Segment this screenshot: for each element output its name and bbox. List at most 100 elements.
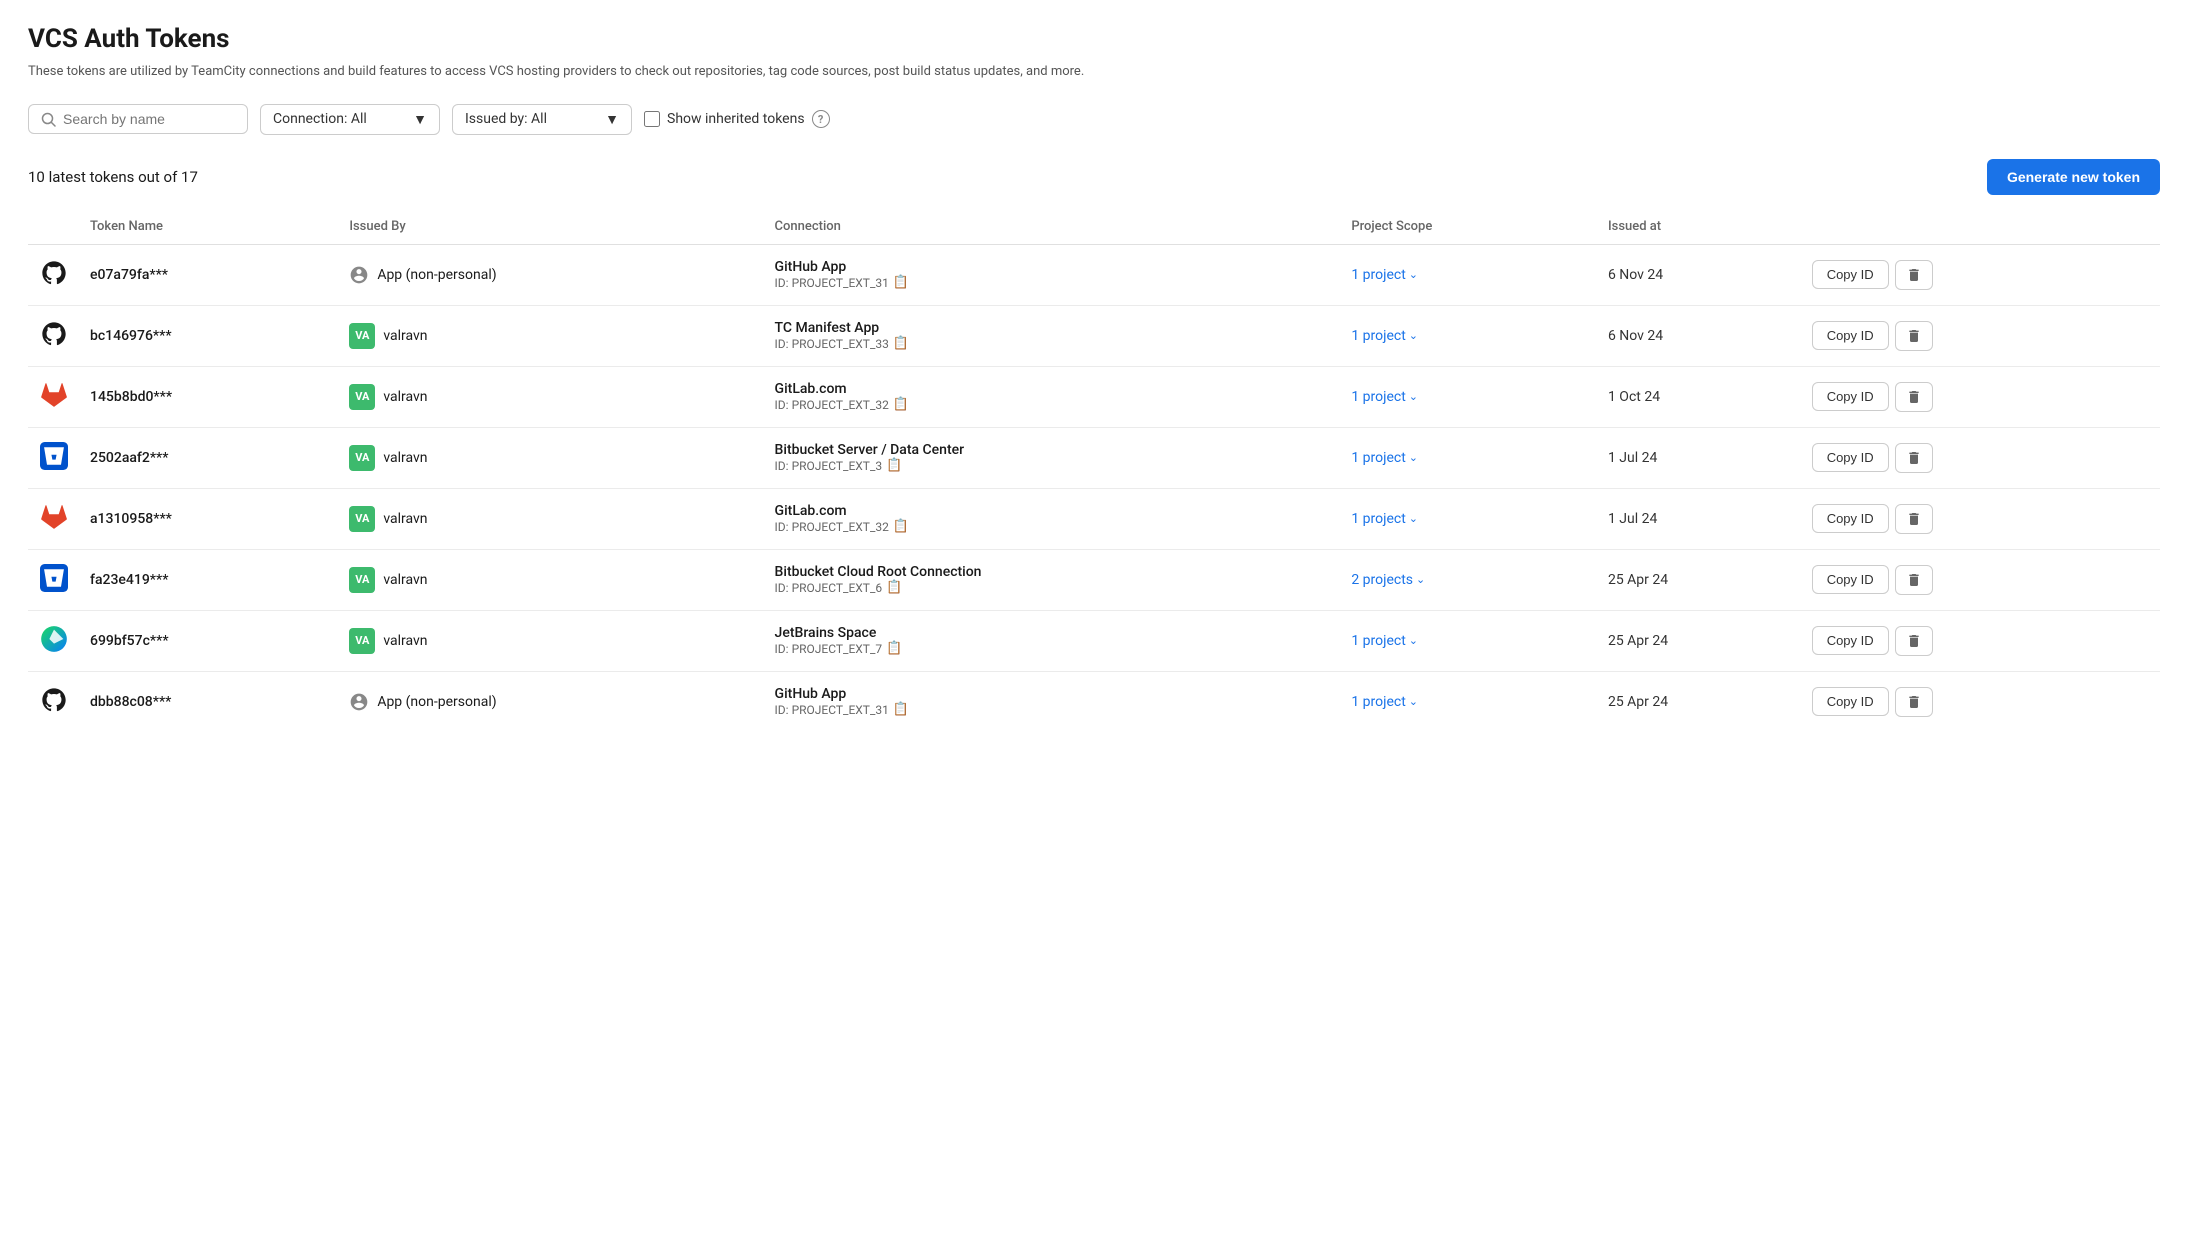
project-scope[interactable]: 1 project ⌄: [1351, 328, 1588, 344]
trash-icon: [1906, 572, 1922, 588]
issued-by-cell: VA valravn: [349, 384, 754, 410]
app-icon: [349, 265, 369, 285]
delete-button[interactable]: [1895, 687, 1933, 717]
copy-connection-id-icon[interactable]: 📋: [893, 702, 909, 717]
issued-by-filter[interactable]: Issued by: All ▼: [452, 104, 632, 135]
copy-id-button[interactable]: Copy ID: [1812, 443, 1889, 472]
search-box[interactable]: [28, 104, 248, 134]
connection-cell: Bitbucket Server / Data Center ID: PROJE…: [765, 427, 1342, 488]
connection-filter-label: Connection: All: [273, 111, 367, 127]
help-icon[interactable]: ?: [812, 110, 830, 128]
tokens-count: 10 latest tokens out of 17: [28, 168, 198, 186]
show-inherited-checkbox[interactable]: [644, 111, 660, 127]
app-icon: [349, 692, 369, 712]
provider-icon-cell: [28, 366, 80, 427]
copy-connection-id-icon[interactable]: 📋: [886, 641, 902, 656]
token-name: 699bf57c***: [90, 633, 169, 649]
github-icon: [38, 259, 70, 291]
copy-id-button[interactable]: Copy ID: [1812, 382, 1889, 411]
token-name: 145b8bd0***: [90, 389, 172, 405]
actions-cell: Copy ID: [1802, 244, 2160, 305]
show-inherited-checkbox-row[interactable]: Show inherited tokens ?: [644, 110, 830, 128]
project-scope[interactable]: 2 projects ⌄: [1351, 572, 1588, 588]
connection-id: ID: PROJECT_EXT_31 📋: [775, 702, 1332, 717]
project-scope[interactable]: 1 project ⌄: [1351, 633, 1588, 649]
issued-by-name: valravn: [383, 572, 427, 588]
issued-at: 25 Apr 24: [1608, 694, 1668, 710]
chevron-down-icon: ⌄: [1409, 268, 1418, 281]
delete-button[interactable]: [1895, 565, 1933, 595]
copy-id-button[interactable]: Copy ID: [1812, 565, 1889, 594]
issued-by-cell-container: VA valravn: [339, 427, 764, 488]
delete-button[interactable]: [1895, 626, 1933, 656]
project-scope[interactable]: 1 project ⌄: [1351, 267, 1588, 283]
copy-id-button[interactable]: Copy ID: [1812, 321, 1889, 350]
token-name-cell: e07a79fa***: [80, 244, 339, 305]
copy-connection-id-icon[interactable]: 📋: [893, 275, 909, 290]
delete-button[interactable]: [1895, 443, 1933, 473]
copy-id-button[interactable]: Copy ID: [1812, 626, 1889, 655]
copy-connection-id-icon[interactable]: 📋: [886, 580, 902, 595]
issued-by-filter-label: Issued by: All: [465, 111, 547, 127]
copy-connection-id-icon[interactable]: 📋: [886, 458, 902, 473]
trash-icon: [1906, 328, 1922, 344]
connection-filter-arrow: ▼: [413, 111, 427, 128]
connection-id: ID: PROJECT_EXT_6 📋: [775, 580, 1332, 595]
user-avatar: VA: [349, 506, 375, 532]
provider-icon-cell: [28, 549, 80, 610]
project-scope[interactable]: 1 project ⌄: [1351, 450, 1588, 466]
issued-by-name: valravn: [383, 633, 427, 649]
provider-icon-cell: [28, 427, 80, 488]
actions-cell: Copy ID: [1802, 671, 2160, 732]
copy-id-button[interactable]: Copy ID: [1812, 504, 1889, 533]
col-actions: [1802, 211, 2160, 245]
generate-new-token-button[interactable]: Generate new token: [1987, 159, 2160, 195]
project-scope-cell: 1 project ⌄: [1341, 488, 1598, 549]
table-row: a1310958*** VA valravn GitLab.com ID: PR…: [28, 488, 2160, 549]
issued-by-cell-container: VA valravn: [339, 366, 764, 427]
project-scope-cell: 1 project ⌄: [1341, 366, 1598, 427]
connection-id: ID: PROJECT_EXT_3 📋: [775, 458, 1332, 473]
delete-button[interactable]: [1895, 260, 1933, 290]
project-scope[interactable]: 1 project ⌄: [1351, 389, 1588, 405]
connection-cell: GitLab.com ID: PROJECT_EXT_32 📋: [765, 488, 1342, 549]
chevron-down-icon: ⌄: [1409, 695, 1418, 708]
actions-cell: Copy ID: [1802, 366, 2160, 427]
delete-button[interactable]: [1895, 382, 1933, 412]
bitbucket-icon: [38, 564, 70, 596]
copy-connection-id-icon[interactable]: 📋: [893, 336, 909, 351]
token-name: dbb88c08***: [90, 694, 171, 710]
connection-filter[interactable]: Connection: All ▼: [260, 104, 440, 135]
delete-button[interactable]: [1895, 504, 1933, 534]
search-input[interactable]: [63, 111, 235, 127]
table-row: 2502aaf2*** VA valravn Bitbucket Server …: [28, 427, 2160, 488]
chevron-down-icon: ⌄: [1416, 573, 1425, 586]
user-avatar: VA: [349, 567, 375, 593]
tokens-header-row: 10 latest tokens out of 17 Generate new …: [28, 159, 2160, 195]
trash-icon: [1906, 267, 1922, 283]
trash-icon: [1906, 633, 1922, 649]
page-description: These tokens are utilized by TeamCity co…: [28, 62, 1328, 82]
copy-id-button[interactable]: Copy ID: [1812, 687, 1889, 716]
project-scope[interactable]: 1 project ⌄: [1351, 511, 1588, 527]
chevron-down-icon: ⌄: [1409, 634, 1418, 647]
issued-at: 6 Nov 24: [1608, 267, 1663, 283]
connection-id: ID: PROJECT_EXT_32 📋: [775, 397, 1332, 412]
issued-at: 1 Oct 24: [1608, 389, 1660, 405]
trash-icon: [1906, 694, 1922, 710]
actions-cell: Copy ID: [1802, 610, 2160, 671]
user-avatar: VA: [349, 445, 375, 471]
connection-name: TC Manifest App: [775, 320, 1332, 336]
copy-connection-id-icon[interactable]: 📋: [893, 397, 909, 412]
copy-id-button[interactable]: Copy ID: [1812, 260, 1889, 289]
issued-at-cell: 1 Jul 24: [1598, 427, 1802, 488]
project-scope[interactable]: 1 project ⌄: [1351, 694, 1588, 710]
provider-icon-cell: [28, 305, 80, 366]
provider-icon-cell: [28, 244, 80, 305]
copy-connection-id-icon[interactable]: 📋: [893, 519, 909, 534]
col-connection: Connection: [765, 211, 1342, 245]
delete-button[interactable]: [1895, 321, 1933, 351]
chevron-down-icon: ⌄: [1409, 512, 1418, 525]
issued-at-cell: 1 Jul 24: [1598, 488, 1802, 549]
connection-cell: GitLab.com ID: PROJECT_EXT_32 📋: [765, 366, 1342, 427]
